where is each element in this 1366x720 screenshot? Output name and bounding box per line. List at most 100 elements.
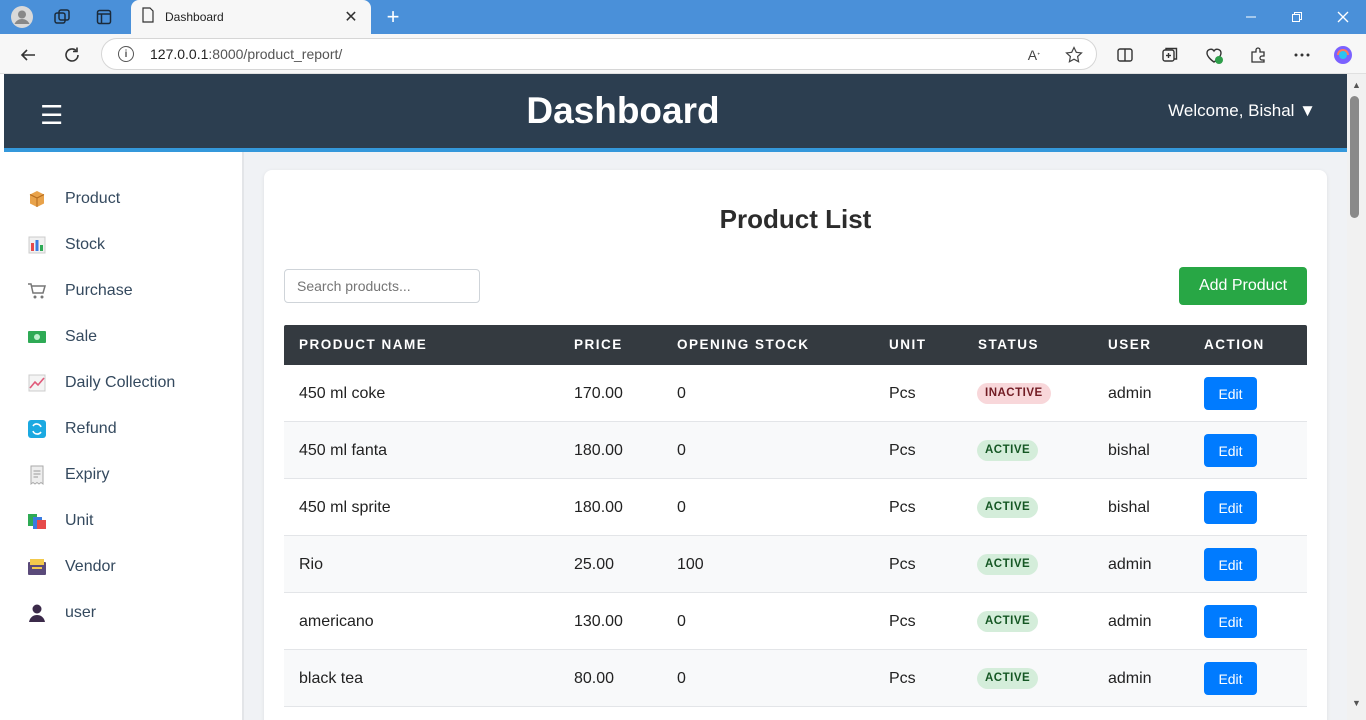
product-price: 80.00 [574, 670, 615, 687]
table-header: PRODUCT NAME PRICE OPENING STOCK UNIT ST… [284, 325, 1307, 365]
scroll-down-arrow-icon[interactable]: ▼ [1352, 698, 1361, 708]
table-row: americano 130.00 0 Pcs ACTIVE admin Edit [284, 593, 1307, 650]
reload-icon[interactable] [59, 42, 85, 68]
product-price: 170.00 [574, 385, 623, 402]
column-header-opening-stock[interactable]: OPENING STOCK [677, 325, 810, 365]
user-menu[interactable]: Welcome, Bishal ▼ [1168, 101, 1316, 121]
opening-stock: 0 [677, 670, 686, 687]
column-header-price[interactable]: PRICE [574, 325, 623, 365]
sidebar-item-stock[interactable]: Stock [4, 222, 242, 268]
sidebar: Product Stock Purchase Sale Daily Collec… [4, 152, 244, 720]
books-icon [26, 510, 48, 532]
product-user: bishal [1108, 442, 1150, 459]
product-user: admin [1108, 385, 1152, 402]
opening-stock: 0 [677, 385, 686, 402]
copilot-icon[interactable] [1331, 43, 1355, 67]
page-scrollbar[interactable]: ▲ ▼ [1347, 74, 1366, 720]
product-table: PRODUCT NAME PRICE OPENING STOCK UNIT ST… [284, 325, 1307, 707]
edit-button[interactable]: Edit [1204, 548, 1257, 581]
edit-button[interactable]: Edit [1204, 491, 1257, 524]
sidebar-item-user[interactable]: user [4, 590, 242, 636]
opening-stock: 0 [677, 442, 686, 459]
product-user: admin [1108, 670, 1152, 687]
status-badge: ACTIVE [977, 611, 1039, 632]
card-box-icon [26, 556, 48, 578]
tab-actions-icon[interactable] [92, 5, 116, 29]
minimize-icon[interactable] [1228, 0, 1274, 34]
sidebar-item-expiry[interactable]: Expiry [4, 452, 242, 498]
search-input[interactable] [284, 269, 480, 303]
close-window-icon[interactable] [1320, 0, 1366, 34]
product-user: admin [1108, 556, 1152, 573]
sidebar-item-refund[interactable]: Refund [4, 406, 242, 452]
status-badge: ACTIVE [977, 554, 1039, 575]
product-price: 25.00 [574, 556, 615, 573]
profile-icon[interactable] [10, 5, 34, 29]
browser-essentials-icon[interactable] [1202, 43, 1226, 67]
opening-stock: 100 [677, 556, 704, 573]
product-name: americano [299, 613, 374, 630]
sidebar-item-sale[interactable]: Sale [4, 314, 242, 360]
product-list-card: Product List Add Product PRODUCT NAME PR… [264, 170, 1327, 720]
product-name: black tea [299, 670, 364, 687]
tab-title: Dashboard [165, 10, 224, 24]
table-row: 450 ml coke 170.00 0 Pcs INACTIVE admin … [284, 365, 1307, 422]
edit-button[interactable]: Edit [1204, 605, 1257, 638]
product-list-title: Product List [719, 204, 872, 234]
product-unit: Pcs [889, 385, 916, 402]
scrollbar-thumb[interactable] [1350, 96, 1359, 218]
favorite-star-icon[interactable] [1064, 45, 1084, 65]
product-unit: Pcs [889, 556, 916, 573]
page-title: Dashboard [526, 90, 720, 131]
sidebar-item-daily-collection[interactable]: Daily Collection [4, 360, 242, 406]
product-user: admin [1108, 613, 1152, 630]
sidebar-item-product[interactable]: Product [4, 176, 242, 222]
table-row: 450 ml sprite 180.00 0 Pcs ACTIVE bishal… [284, 479, 1307, 536]
product-name: Rio [299, 556, 324, 573]
edit-button[interactable]: Edit [1204, 662, 1257, 695]
trend-chart-icon [26, 372, 48, 394]
column-header-product-name[interactable]: PRODUCT NAME [299, 325, 427, 365]
close-tab-icon[interactable]: ✕ [341, 7, 361, 27]
column-header-unit[interactable]: UNIT [889, 325, 927, 365]
product-name: 450 ml sprite [299, 499, 391, 516]
product-unit: Pcs [889, 442, 916, 459]
opening-stock: 0 [677, 499, 686, 516]
shopping-cart-icon [26, 280, 48, 302]
url-text[interactable]: 127.0.0.1:8000/product_report/ [150, 46, 342, 62]
collections-icon[interactable] [1158, 43, 1182, 67]
opening-stock: 0 [677, 613, 686, 630]
workspaces-icon[interactable] [50, 5, 74, 29]
sidebar-item-vendor[interactable]: Vendor [4, 544, 242, 590]
extensions-icon[interactable] [1246, 43, 1270, 67]
add-product-button[interactable]: Add Product [1179, 267, 1307, 305]
edit-button[interactable]: Edit [1204, 377, 1257, 410]
new-tab-button[interactable]: + [380, 4, 406, 30]
status-badge: ACTIVE [977, 440, 1039, 461]
product-price: 180.00 [574, 499, 623, 516]
address-bar[interactable]: i 127.0.0.1:8000/product_report/ Aᐩ [101, 38, 1097, 70]
restore-icon[interactable] [1274, 0, 1320, 34]
column-header-user[interactable]: USER [1108, 325, 1152, 365]
edit-button[interactable]: Edit [1204, 434, 1257, 467]
column-header-action[interactable]: ACTION [1204, 325, 1265, 365]
page-icon [141, 6, 155, 28]
status-badge: ACTIVE [977, 668, 1039, 689]
more-options-icon[interactable] [1290, 43, 1314, 67]
product-unit: Pcs [889, 670, 916, 687]
split-screen-icon[interactable] [1113, 43, 1137, 67]
app-header: ☰ Dashboard Welcome, Bishal ▼ [4, 74, 1347, 152]
column-header-status[interactable]: STATUS [978, 325, 1039, 365]
back-icon[interactable] [15, 42, 41, 68]
table-row: Rio 25.00 100 Pcs ACTIVE admin Edit [284, 536, 1307, 593]
product-unit: Pcs [889, 613, 916, 630]
product-name: 450 ml coke [299, 385, 386, 402]
browser-tab-dashboard[interactable]: Dashboard ✕ [131, 0, 371, 34]
status-badge: INACTIVE [977, 383, 1051, 404]
sidebar-item-unit[interactable]: Unit [4, 498, 242, 544]
product-user: bishal [1108, 499, 1150, 516]
sidebar-item-purchase[interactable]: Purchase [4, 268, 242, 314]
read-aloud-icon[interactable]: Aᐩ [1024, 45, 1044, 65]
scroll-up-arrow-icon[interactable]: ▲ [1352, 80, 1361, 90]
site-info-icon[interactable]: i [118, 46, 134, 62]
